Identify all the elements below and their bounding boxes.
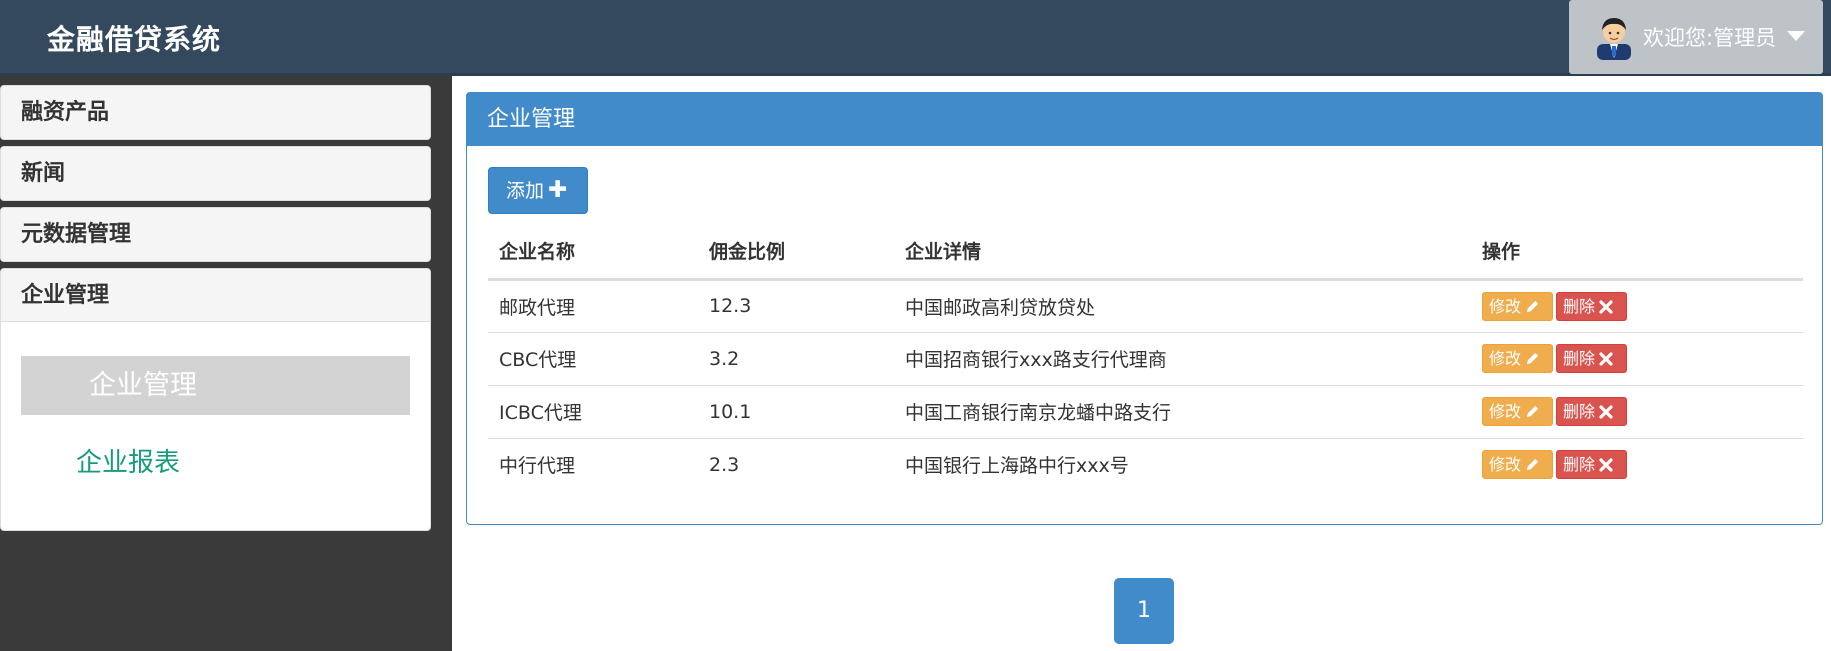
pencil-icon	[1526, 459, 1539, 471]
delete-label: 删除	[1563, 402, 1596, 421]
sidebar-group-label[interactable]: 企业管理	[1, 269, 430, 322]
sidebar: 融资产品 新闻 元数据管理 企业管理 企业管理 企业报表	[0, 76, 452, 651]
pagination-page-button[interactable]: 1	[1114, 578, 1174, 644]
enterprise-panel: 企业管理 添加 ✚ 企业名称 佣金比例 企业详情 操作 邮政代理 12.3 中国邮…	[466, 92, 1823, 525]
table-row: CBC代理 3.2 中国招商银行xxx路支行代理商 修改 删除	[488, 332, 1803, 386]
cell-commission: 10.1	[698, 385, 894, 439]
cell-detail: 中国招商银行xxx路支行代理商	[894, 332, 1471, 386]
delete-label: 删除	[1563, 296, 1596, 316]
edit-label: 修改	[1489, 402, 1522, 421]
plus-icon: ✚	[548, 177, 568, 203]
cell-detail: 中国银行上海路中行xxx号	[905, 455, 1129, 478]
delete-button[interactable]: 删除	[1556, 291, 1627, 321]
pencil-icon	[1526, 352, 1539, 365]
add-button-label: 添加	[506, 180, 545, 202]
table-row: ICBC代理 10.1 中国工商银行南京龙蟠中路支行 修改 删除	[488, 385, 1803, 439]
edit-label: 修改	[1489, 349, 1522, 368]
pencil-icon	[1526, 300, 1539, 312]
enterprise-table: 企业名称 佣金比例 企业详情 操作 邮政代理 12.3 中国邮政高利贷放贷处 修…	[488, 224, 1803, 491]
cell-detail: 中国邮政高利贷放贷处	[894, 279, 1471, 333]
times-icon	[1599, 405, 1613, 419]
cell-actions: 修改 删除	[1471, 332, 1803, 386]
sidebar-group-metadata[interactable]: 元数据管理	[0, 207, 431, 262]
edit-button[interactable]: 修改	[1482, 344, 1553, 373]
times-icon	[1599, 352, 1613, 366]
delete-button[interactable]: 删除	[1556, 397, 1627, 426]
sidebar-submenu: 企业管理 企业报表	[1, 322, 430, 530]
edit-button[interactable]: 修改	[1482, 397, 1553, 426]
cell-commission: 2.3	[709, 453, 740, 476]
column-header-actions: 操作	[1471, 224, 1803, 281]
cell-commission: 12.3	[698, 279, 894, 333]
edit-button[interactable]: 修改	[1482, 291, 1553, 321]
delete-button[interactable]: 删除	[1556, 344, 1627, 373]
sidebar-item-enterprise-management[interactable]: 企业管理	[21, 356, 410, 415]
add-button[interactable]: 添加 ✚	[488, 167, 588, 214]
edit-button[interactable]: 修改	[1482, 450, 1553, 480]
sidebar-group-label: 新闻	[21, 161, 66, 186]
delete-label: 删除	[1563, 455, 1596, 475]
sidebar-group-enterprise: 企业管理 企业管理 企业报表	[0, 268, 431, 531]
column-header-detail: 企业详情	[894, 224, 1471, 281]
column-header-commission: 佣金比例	[698, 224, 894, 281]
panel-title: 企业管理	[467, 93, 1822, 146]
sidebar-group-label: 融资产品	[21, 100, 110, 125]
welcome-text: 欢迎您:管理员	[1643, 26, 1777, 50]
column-header-name: 企业名称	[488, 224, 698, 281]
sidebar-group-news[interactable]: 新闻	[0, 146, 431, 201]
delete-label: 删除	[1563, 349, 1596, 368]
edit-label: 修改	[1489, 296, 1522, 316]
top-header: 金融借贷系统 欢迎您:管理员	[0, 0, 1831, 76]
table-row: 中行代理 2.3 中国银行上海路中行xxx号 修改 删除	[488, 438, 1803, 491]
cell-name: 邮政代理	[488, 279, 698, 333]
pencil-icon	[1526, 405, 1539, 418]
brand-title: 金融借贷系统	[47, 23, 222, 56]
times-icon	[1599, 458, 1613, 472]
caret-down-icon	[1787, 31, 1805, 41]
user-avatar-icon	[1597, 18, 1631, 60]
sidebar-group-financing[interactable]: 融资产品	[0, 85, 431, 140]
delete-button[interactable]: 删除	[1556, 450, 1627, 480]
cell-name: CBC代理	[488, 332, 698, 386]
cell-actions: 修改 删除	[1471, 385, 1803, 439]
table-row: 邮政代理 12.3 中国邮政高利贷放贷处 修改 删除	[488, 279, 1803, 333]
cell-actions: 修改 删除	[1471, 279, 1803, 333]
cell-name: ICBC代理	[488, 385, 698, 439]
sidebar-item-enterprise-report[interactable]: 企业报表	[76, 442, 180, 479]
edit-label: 修改	[1489, 455, 1522, 475]
cell-detail: 中国工商银行南京龙蟠中路支行	[894, 385, 1471, 439]
times-icon	[1599, 299, 1613, 314]
cell-commission: 3.2	[698, 332, 894, 386]
user-menu-button[interactable]: 欢迎您:管理员	[1569, 0, 1823, 74]
cell-actions: 修改 删除	[1471, 438, 1803, 491]
cell-name: 中行代理	[499, 455, 576, 478]
sidebar-group-label: 元数据管理	[21, 222, 132, 247]
